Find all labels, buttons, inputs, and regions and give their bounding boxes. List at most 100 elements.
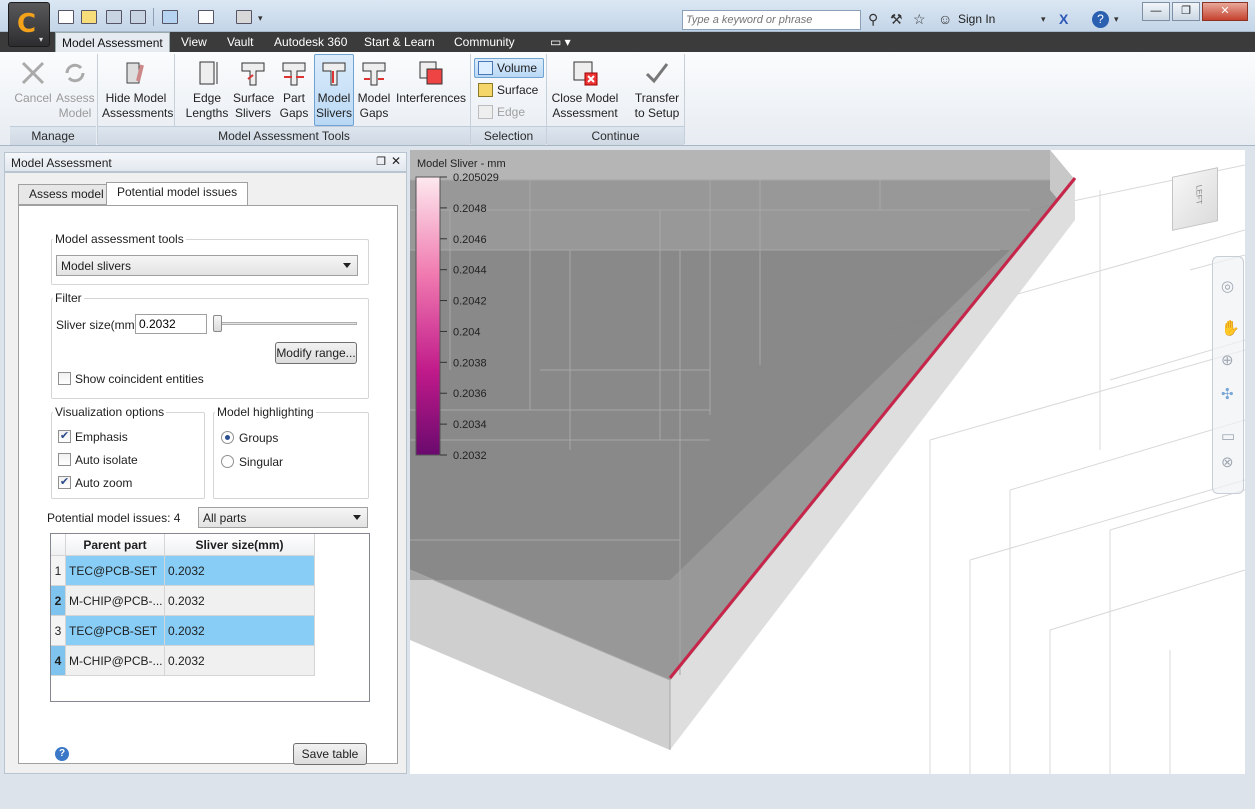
viewcube[interactable]: LEFT xyxy=(1172,167,1218,231)
table-row[interactable]: 2 M-CHIP@PCB-... 0.2032 xyxy=(51,586,316,616)
selection-surface-button[interactable]: Surface xyxy=(474,80,544,100)
volume-label: Volume xyxy=(497,61,538,75)
search-input[interactable] xyxy=(682,10,861,30)
edge-icon xyxy=(478,105,493,119)
save-as-icon[interactable] xyxy=(130,10,146,24)
close-model-assessment-button[interactable]: Close Model Assessment xyxy=(549,54,621,126)
column-header-parent-part[interactable]: Parent part xyxy=(66,534,165,556)
model-gaps-button[interactable]: Model Gaps xyxy=(356,54,392,126)
cancel-button[interactable]: Cancel xyxy=(11,54,55,126)
model-canvas[interactable]: Model Sliver - mm 0.205029 0.2048 0.2046 0.… xyxy=(410,150,1245,774)
edge-lengths-button[interactable]: Edge Lengths xyxy=(184,54,230,126)
tool-select[interactable]: Model slivers xyxy=(56,255,358,276)
pan-hand-icon[interactable]: ✋ xyxy=(1221,319,1240,337)
table-row[interactable]: 3 TEC@PCB-SET 0.2032 xyxy=(51,616,316,646)
surface-slivers-icon xyxy=(241,62,265,86)
checkmark-icon xyxy=(645,63,669,84)
interferences-button[interactable]: Interferences xyxy=(395,54,467,126)
showmotion-icon[interactable]: ⊗ xyxy=(1221,453,1234,471)
groups-radio[interactable] xyxy=(221,431,234,444)
save-table-button[interactable]: Save table xyxy=(293,743,367,765)
sliver-size-label: Sliver size(mm) xyxy=(56,318,139,332)
cancel-label: Cancel xyxy=(14,91,52,105)
close-panel-icon[interactable]: ✕ xyxy=(391,154,401,168)
navigation-bar: ◎ ✋ ⊕ ✣ ▭ ⊗ xyxy=(1212,256,1244,494)
sign-in-chevron-icon[interactable]: ▾ xyxy=(1041,14,1046,25)
visualization-group-label: Visualization options xyxy=(53,405,167,419)
new-file-icon[interactable] xyxy=(58,10,74,24)
column-header-sliver-size[interactable]: Sliver size(mm) xyxy=(165,534,315,556)
singular-radio[interactable] xyxy=(221,455,234,468)
chevron-down-icon xyxy=(353,515,361,520)
parts-filter-select[interactable]: All parts xyxy=(198,507,368,528)
assess-model-button[interactable]: Assess Model xyxy=(55,54,95,126)
select-icon[interactable] xyxy=(162,10,178,24)
app-menu-chevron-icon: ▾ xyxy=(39,35,44,44)
selection-volume-button[interactable]: Volume xyxy=(474,58,544,78)
help-chevron-icon[interactable]: ▾ xyxy=(1114,14,1119,25)
restore-button[interactable]: ❐ xyxy=(1172,2,1200,21)
tab-vault[interactable]: Vault xyxy=(221,32,259,52)
ribbon-display-toggle-icon[interactable]: ▭ ▾ xyxy=(544,32,577,52)
tab-start-learn[interactable]: Start & Learn xyxy=(358,32,441,52)
orbit-icon[interactable]: ✣ xyxy=(1221,385,1234,403)
surface-slivers-button[interactable]: Surface Slivers xyxy=(232,54,274,126)
interferences-icon xyxy=(419,61,443,85)
help-icon[interactable]: ? xyxy=(1092,11,1109,28)
viewcube-face-label: LEFT xyxy=(1194,183,1204,206)
transfer-to-setup-button[interactable]: Transfer to Setup xyxy=(629,54,685,126)
part-gaps-button[interactable]: Part Gaps xyxy=(276,54,312,126)
auto-zoom-label: Auto zoom xyxy=(75,476,133,490)
binoculars-icon[interactable]: ⚲ xyxy=(868,11,878,28)
tab-potential-model-issues[interactable]: Potential model issues xyxy=(106,182,249,206)
wrench-icon[interactable]: ⚒ xyxy=(890,11,903,28)
table-row[interactable]: 1 TEC@PCB-SET 0.2032 xyxy=(51,556,316,586)
steering-wheel-icon[interactable]: ◎ xyxy=(1221,277,1234,295)
tab-view[interactable]: View xyxy=(175,32,213,52)
part-icon[interactable] xyxy=(198,10,214,24)
issues-count-label: Potential model issues: 4 xyxy=(47,511,181,525)
close-window-button[interactable]: ✕ xyxy=(1202,2,1248,21)
legend-tick-label: 0.2032 xyxy=(453,450,487,462)
star-icon[interactable]: ☆ xyxy=(913,11,926,28)
application-menu-button[interactable]: C ▾ xyxy=(8,2,50,47)
show-coincident-checkbox[interactable] xyxy=(58,372,71,385)
tab-autodesk-360[interactable]: Autodesk 360 xyxy=(268,32,353,52)
minimize-button[interactable]: — xyxy=(1142,2,1170,21)
open-file-icon[interactable] xyxy=(81,10,97,24)
zoom-icon[interactable]: ⊕ xyxy=(1221,351,1234,369)
issues-table: Parent part Sliver size(mm) 1 TEC@PCB-SET… xyxy=(50,533,370,702)
sign-in-link[interactable]: Sign In xyxy=(958,12,995,26)
close-model-assessment-label: Close Model Assessment xyxy=(551,91,619,120)
float-panel-icon[interactable]: ❐ xyxy=(376,155,386,168)
selection-edge-button[interactable]: Edge xyxy=(474,102,544,122)
sliver-size-slider-track[interactable] xyxy=(215,322,357,325)
tab-model-assessment[interactable]: Model Assessment xyxy=(55,32,170,52)
group-continue: Continue xyxy=(547,126,684,145)
sliver-size-slider-thumb[interactable] xyxy=(213,315,222,332)
look-at-icon[interactable]: ▭ xyxy=(1221,427,1235,445)
tab-content: Model assessment tools Model slivers Fil… xyxy=(18,205,398,765)
help-icon[interactable]: ? xyxy=(55,747,69,761)
hide-model-assessments-button[interactable]: Hide Model Assessments xyxy=(101,54,173,126)
table-row[interactable]: 4 M-CHIP@PCB-... 0.2032 xyxy=(51,646,316,676)
save-icon[interactable] xyxy=(106,10,122,24)
sliver-size-field[interactable] xyxy=(135,314,207,334)
exchange-x-icon[interactable]: X xyxy=(1059,11,1068,27)
ribbon-tabs: Model Assessment View Vault Autodesk 360… xyxy=(0,32,1255,52)
grid-icon[interactable] xyxy=(236,10,252,24)
qat-menu-chevron-icon[interactable]: ▾ xyxy=(258,13,263,24)
cell-sliver-size: 0.2032 xyxy=(165,646,315,676)
3d-viewport[interactable]: Model Sliver - mm 0.205029 0.2048 0.2046 0.… xyxy=(410,150,1245,774)
emphasis-checkbox[interactable]: ✔ xyxy=(58,430,71,443)
auto-zoom-checkbox[interactable]: ✔ xyxy=(58,476,71,489)
cell-parent-part: M-CHIP@PCB-... xyxy=(66,646,165,676)
model-slivers-button[interactable]: Model Slivers xyxy=(314,54,354,126)
legend-title: Model Sliver - mm xyxy=(417,158,506,170)
part-gaps-icon xyxy=(282,62,306,86)
tab-community[interactable]: Community xyxy=(448,32,521,52)
tab-assess-model[interactable]: Assess model xyxy=(18,184,115,205)
auto-isolate-checkbox[interactable] xyxy=(58,453,71,466)
modify-range-button[interactable]: Modify range... xyxy=(275,342,357,364)
group-model-assessment-tools: Model Assessment Tools xyxy=(98,126,470,145)
